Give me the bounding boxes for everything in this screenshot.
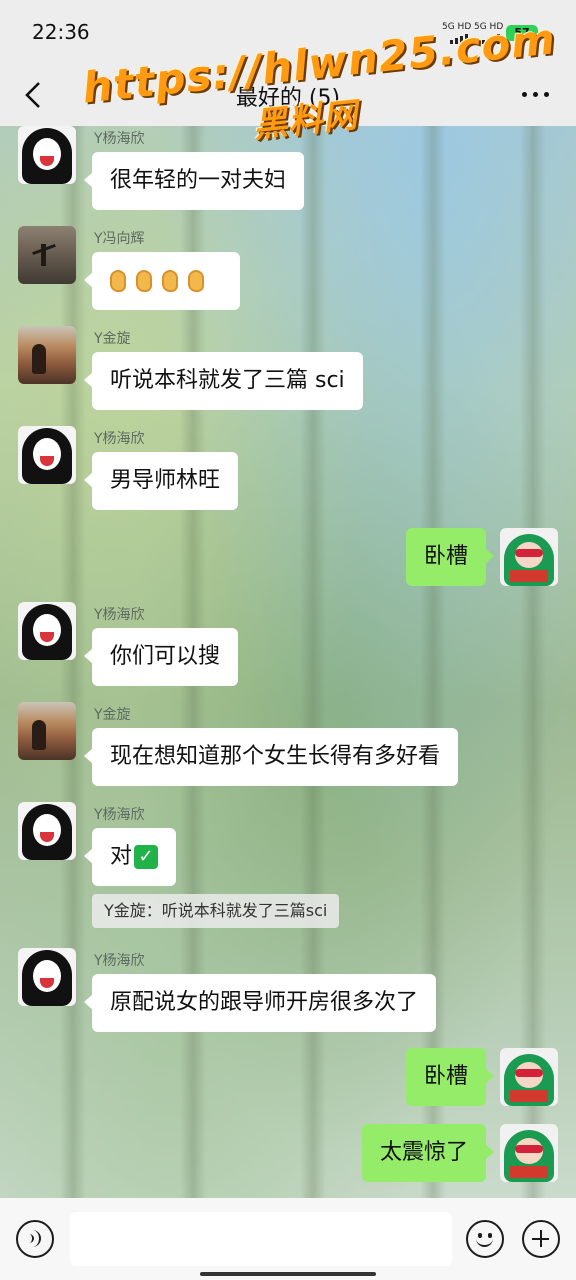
clock: 22:36 [32, 20, 90, 44]
avatar[interactable] [18, 126, 76, 184]
message-bubble[interactable]: 卧槽 [405, 528, 495, 586]
emoji-icon[interactable] [466, 1220, 504, 1258]
sender-name: Y杨海欣 [94, 431, 145, 447]
sender-name: Y金旋 [94, 331, 131, 347]
sender-name: Y金旋 [94, 707, 131, 723]
avatar[interactable] [18, 326, 76, 384]
message-bubble[interactable]: 卧槽 [405, 1048, 495, 1106]
check-mark-emoji-icon: ✓ [134, 845, 159, 869]
message-bubble[interactable]: 原配说女的跟导师开房很多次了 [83, 974, 437, 1032]
my-avatar[interactable] [500, 528, 558, 586]
ear-emoji-icon [188, 270, 204, 292]
ear-emoji-icon [162, 270, 178, 292]
message-bubble[interactable]: 太震惊了 [361, 1124, 495, 1182]
message-bubble[interactable]: 很年轻的一对夫妇 [83, 152, 305, 210]
sender-name: Y杨海欣 [94, 953, 145, 969]
quoted-message[interactable]: Y金旋：听说本科就发了三篇sci [92, 894, 340, 928]
sender-name: Y杨海欣 [94, 807, 145, 823]
sender-name: Y杨海欣 [94, 607, 145, 623]
my-avatar[interactable] [500, 1124, 558, 1182]
plus-icon[interactable] [522, 1220, 560, 1258]
ear-emoji-icon [136, 270, 152, 292]
avatar[interactable] [18, 602, 76, 660]
home-indicator[interactable] [200, 1272, 376, 1276]
avatar[interactable] [18, 702, 76, 760]
avatar[interactable] [18, 226, 76, 284]
ear-emoji-icon [110, 270, 126, 292]
message-bubble[interactable]: 男导师林旺 [83, 452, 239, 510]
message-bubble[interactable]: 听说本科就发了三篇 sci [84, 352, 363, 410]
sender-name: Y冯向辉 [94, 231, 145, 247]
message-bubble[interactable]: 现在想知道那个女生长得有多好看 [83, 728, 459, 786]
my-avatar[interactable] [500, 1048, 558, 1106]
message-text: 对 [110, 844, 133, 869]
message-bubble[interactable]: 你们可以搜 [83, 628, 239, 686]
voice-icon[interactable] [16, 1220, 54, 1258]
avatar[interactable] [18, 948, 76, 1006]
avatar[interactable] [18, 802, 76, 860]
message-list[interactable]: Y杨海欣 很年轻的一对夫妇 Y冯向辉 Y金旋 听说本科就发了三篇 sci Y杨海… [0, 126, 576, 1198]
avatar[interactable] [18, 426, 76, 484]
message-bubble[interactable] [84, 252, 240, 310]
message-bubble[interactable]: 对 ✓ [83, 828, 177, 886]
message-input[interactable] [70, 1212, 452, 1266]
input-bar [0, 1198, 576, 1280]
